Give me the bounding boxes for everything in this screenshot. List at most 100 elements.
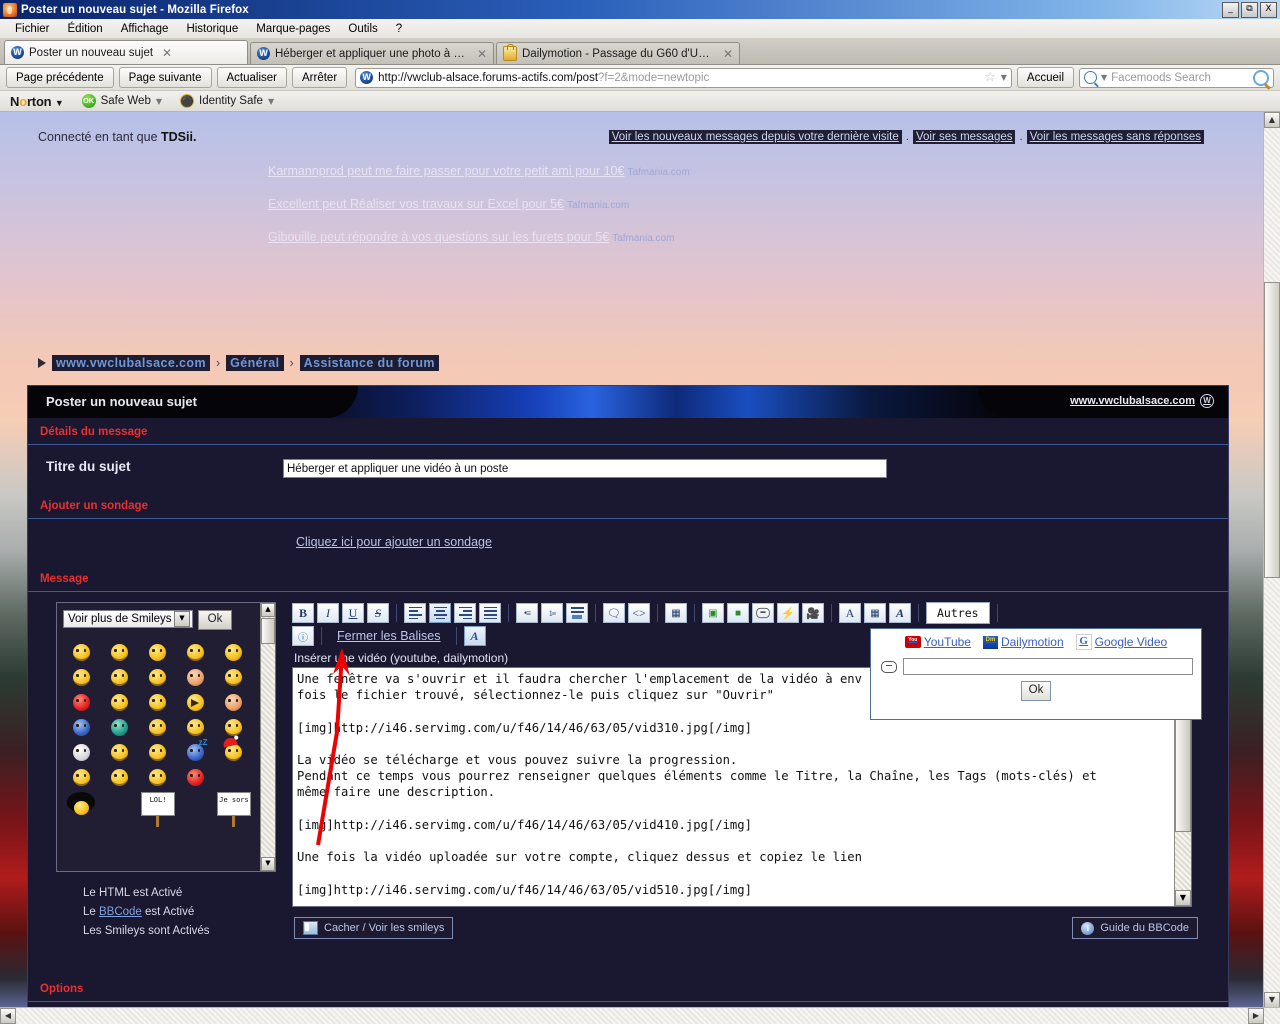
youtube-link[interactable]: You YouTube	[904, 635, 971, 649]
scroll-left-icon[interactable]: ◀	[0, 1008, 16, 1024]
menu-aide[interactable]: ?	[387, 21, 411, 37]
smiley-item[interactable]	[148, 644, 166, 661]
bullet-list-button[interactable]: •≡	[516, 603, 538, 623]
smiley-select[interactable]: Voir plus de Smileys ▼	[63, 610, 193, 628]
bbcode-link[interactable]: BBCode	[99, 906, 142, 918]
smiley-item[interactable]	[224, 719, 242, 736]
font-button[interactable]: A	[839, 603, 861, 623]
video-url-input[interactable]	[903, 658, 1193, 675]
code-button[interactable]: <>	[628, 603, 650, 623]
smiley-item[interactable]	[186, 644, 204, 661]
tab-heberger-photo[interactable]: W Héberger et appliquer une photo à un p…	[250, 42, 494, 64]
search-submit-icon[interactable]	[1253, 69, 1269, 86]
close-tags-link[interactable]: Fermer les Balises	[329, 629, 449, 643]
help-button[interactable]: ⓘ	[292, 626, 314, 646]
link-own-messages[interactable]: Voir ses messages	[912, 130, 1016, 144]
smiley-item-lol-sign[interactable]: LOL!	[141, 792, 175, 827]
image-button[interactable]: ▣	[702, 603, 724, 623]
smiley-item[interactable]	[110, 644, 128, 661]
align-center-button[interactable]	[429, 603, 451, 623]
scroll-down-icon[interactable]: ▼	[1175, 890, 1191, 906]
url-bar[interactable]: W http://vwclub-alsace.forums-actifs.com…	[355, 67, 1012, 88]
horizontal-scrollbar[interactable]: ◀ ▶	[0, 1007, 1280, 1024]
smiley-item[interactable]	[72, 644, 90, 661]
flash-button[interactable]: ⚡	[777, 603, 799, 623]
italic-button[interactable]: I	[317, 603, 339, 623]
smiley-item-afro[interactable]	[67, 792, 95, 815]
menu-outils[interactable]: Outils	[339, 21, 386, 37]
norton-identity-item[interactable]: ⚫ Identity Safe ▼	[180, 94, 274, 108]
justify-button[interactable]	[479, 603, 501, 623]
bold-button[interactable]: B	[292, 603, 314, 623]
font-color-button[interactable]: A	[463, 626, 486, 646]
tab-close-icon[interactable]: ✕	[723, 47, 733, 61]
align-left-button[interactable]	[404, 603, 426, 623]
ad-link[interactable]: Excellent peut Réaliser vos travaux sur …	[268, 197, 564, 211]
breadcrumb-item-assistance[interactable]: Assistance du forum	[299, 355, 439, 371]
size-button[interactable]: A	[889, 603, 911, 623]
align-right-button[interactable]	[454, 603, 476, 623]
chevron-down-icon[interactable]: ▼	[1001, 73, 1007, 82]
link-unanswered-messages[interactable]: Voir les messages sans réponses	[1026, 130, 1204, 144]
minimize-button[interactable]: _	[1222, 2, 1239, 18]
image-upload-button[interactable]: ■	[727, 603, 749, 623]
scrollbar-thumb[interactable]	[1175, 702, 1191, 832]
quote-button[interactable]: 🗨	[603, 603, 625, 623]
scroll-right-icon[interactable]: ▶	[1248, 1008, 1264, 1024]
breadcrumb-item-general[interactable]: Général	[226, 355, 284, 371]
breadcrumb-item-site[interactable]: www.vwclubalsace.com	[52, 355, 210, 371]
scroll-up-icon[interactable]: ▲	[1264, 112, 1280, 128]
chevron-down-icon[interactable]: ▼	[174, 611, 190, 627]
smiley-item[interactable]	[72, 719, 90, 736]
scrollbar-thumb[interactable]	[261, 618, 275, 644]
bbcode-guide-button[interactable]: i Guide du BBCode	[1072, 917, 1198, 939]
smiley-item-jesors-sign[interactable]: Je sors	[217, 792, 251, 827]
smiley-item[interactable]	[72, 744, 90, 761]
smiley-item[interactable]	[224, 669, 242, 686]
smiley-item[interactable]	[186, 719, 204, 736]
norton-safeweb-item[interactable]: OK Safe Web ▼	[81, 94, 162, 108]
smiley-item[interactable]	[148, 669, 166, 686]
close-button[interactable]: X	[1260, 2, 1277, 18]
smiley-item-sleeping[interactable]: zZ	[186, 738, 208, 761]
smiley-item[interactable]	[186, 694, 204, 711]
smiley-item[interactable]	[110, 669, 128, 686]
smiley-item[interactable]	[110, 694, 128, 711]
subject-input[interactable]	[283, 459, 887, 478]
resize-grip[interactable]	[1264, 1008, 1280, 1024]
menu-edition[interactable]: Édition	[59, 21, 112, 37]
smiley-item[interactable]	[186, 669, 204, 686]
tab-close-icon[interactable]: ✕	[162, 46, 172, 60]
strikethrough-button[interactable]: S	[367, 603, 389, 623]
smiley-item[interactable]	[186, 769, 204, 786]
banner-site-link[interactable]: www.vwclubalsace.com W	[1070, 394, 1214, 408]
scroll-up-icon[interactable]: ▲	[261, 603, 275, 617]
chevron-down-icon[interactable]: ▼	[1101, 73, 1107, 82]
scrollbar-thumb[interactable]	[1264, 282, 1280, 578]
search-input[interactable]: Facemoods Search	[1111, 72, 1249, 84]
menu-historique[interactable]: Historique	[177, 21, 247, 37]
tab-poster-nouveau-sujet[interactable]: W Poster un nouveau sujet ✕	[4, 40, 248, 64]
dailymotion-link[interactable]: Dm Dailymotion	[982, 635, 1064, 649]
underline-button[interactable]: U	[342, 603, 364, 623]
reload-button[interactable]: Actualiser	[216, 67, 287, 88]
video-button[interactable]: 🎥	[802, 603, 824, 623]
color-button[interactable]: ▦	[864, 603, 886, 623]
back-button[interactable]: Page précédente	[6, 67, 114, 88]
scrollbar-track[interactable]	[16, 1008, 1248, 1024]
video-ok-button[interactable]: Ok	[1021, 681, 1051, 701]
tab-dailymotion[interactable]: Dailymotion - Passage du G60 d'UberMari.…	[496, 42, 740, 64]
smiley-item[interactable]	[72, 694, 90, 711]
add-poll-link[interactable]: Cliquez ici pour ajouter un sondage	[296, 535, 492, 549]
smiley-item[interactable]	[148, 744, 166, 761]
smiley-scrollbar[interactable]: ▲ ▼	[260, 603, 275, 871]
forward-button[interactable]: Page suivante	[118, 67, 212, 88]
smiley-item[interactable]	[110, 719, 128, 736]
chevron-down-icon[interactable]: ▼	[156, 97, 162, 106]
google-video-link[interactable]: G Google Video	[1075, 634, 1167, 650]
page-scrollbar[interactable]: ▲ ▼	[1263, 112, 1280, 1024]
tab-close-icon[interactable]: ✕	[477, 47, 487, 61]
smiley-item[interactable]	[148, 769, 166, 786]
chevron-down-icon[interactable]: ▼	[268, 97, 274, 106]
link-button[interactable]	[752, 603, 774, 623]
